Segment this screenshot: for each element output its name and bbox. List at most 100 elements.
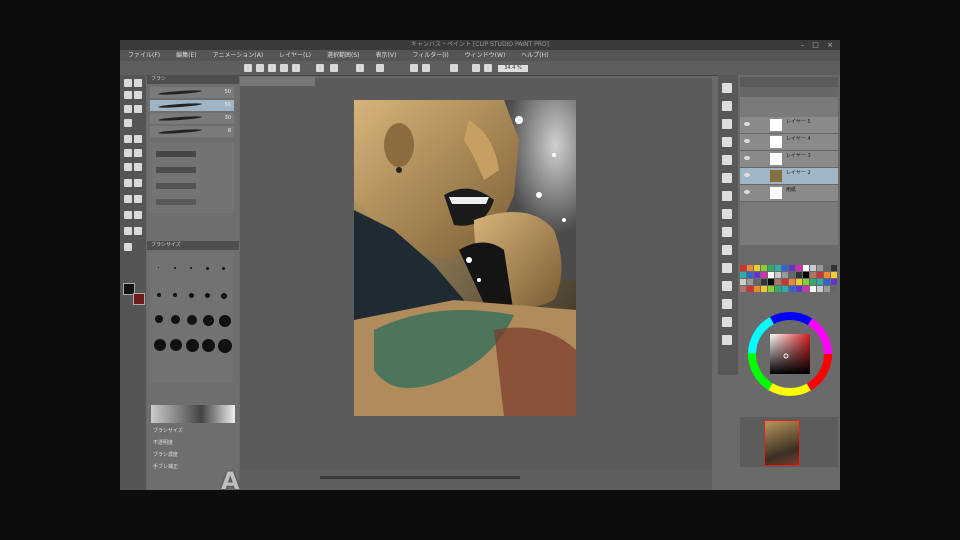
size-dot[interactable] — [222, 267, 225, 270]
layer-row[interactable]: レイヤー 3 — [740, 151, 838, 168]
size-dot[interactable] — [187, 315, 197, 325]
size-dot[interactable] — [170, 339, 182, 351]
auto-select-tool-icon[interactable] — [134, 105, 142, 113]
menu-item[interactable]: アニメーション(A) — [205, 50, 272, 61]
size-dot[interactable] — [205, 293, 210, 298]
move-tool-icon[interactable] — [134, 79, 142, 87]
menu-item[interactable]: ウィンドウ(W) — [457, 50, 514, 61]
zoom-in-button[interactable] — [484, 64, 492, 72]
color-swatch[interactable] — [747, 272, 753, 278]
color-swatch[interactable] — [810, 272, 816, 278]
color-swatch[interactable] — [740, 272, 746, 278]
airbrush-tool-icon[interactable] — [134, 149, 142, 157]
color-swatch[interactable] — [789, 272, 795, 278]
size-dot[interactable] — [218, 339, 232, 353]
color-swatch[interactable] — [789, 265, 795, 271]
rotate-right-button[interactable] — [422, 64, 430, 72]
color-swatch[interactable] — [768, 286, 774, 292]
color-swatch[interactable] — [740, 286, 746, 292]
color-swatch[interactable] — [803, 272, 809, 278]
approx-color-icon[interactable] — [722, 317, 732, 327]
search-layer-icon[interactable] — [722, 173, 732, 183]
color-swatch[interactable] — [768, 265, 774, 271]
size-dot[interactable] — [154, 339, 166, 351]
color-wheel[interactable] — [740, 300, 838, 410]
new-file-button[interactable] — [244, 64, 252, 72]
color-swatch[interactable] — [803, 265, 809, 271]
undo-button[interactable] — [280, 64, 288, 72]
color-swatch[interactable] — [789, 279, 795, 285]
size-dot[interactable] — [219, 315, 231, 327]
color-swatch[interactable] — [817, 279, 823, 285]
menu-item[interactable]: 表示(V) — [368, 50, 405, 61]
menu-item[interactable]: 編集(E) — [168, 50, 204, 61]
color-swatch[interactable] — [831, 279, 837, 285]
blend-mode-row[interactable] — [740, 87, 838, 97]
history-icon[interactable] — [722, 191, 732, 201]
color-swatch[interactable] — [803, 286, 809, 292]
color-swatch[interactable] — [796, 279, 802, 285]
correct-line-tool-icon[interactable] — [124, 243, 132, 251]
artwork-canvas[interactable] — [354, 100, 576, 416]
redo-button[interactable] — [292, 64, 300, 72]
color-swatch[interactable] — [747, 286, 753, 292]
color-swatch[interactable] — [782, 272, 788, 278]
color-swatch[interactable] — [810, 286, 816, 292]
color-swatch[interactable] — [761, 265, 767, 271]
layer-row[interactable]: レイヤー 4 — [740, 134, 838, 151]
color-swatch[interactable] — [761, 286, 767, 292]
color-slider-icon[interactable] — [722, 281, 732, 291]
size-dot[interactable] — [174, 267, 176, 269]
zoom-tool-icon[interactable] — [124, 79, 132, 87]
pencil-tool-icon[interactable] — [134, 135, 142, 143]
color-swatch[interactable] — [747, 279, 753, 285]
color-swatch[interactable] — [782, 265, 788, 271]
color-swatch[interactable] — [754, 272, 760, 278]
flip-button[interactable] — [450, 64, 458, 72]
transform-button[interactable] — [356, 64, 364, 72]
color-swatch[interactable] — [747, 265, 753, 271]
color-swatch[interactable] — [810, 265, 816, 271]
auto-action-icon[interactable] — [722, 227, 732, 237]
ruler-tool-icon[interactable] — [134, 211, 142, 219]
color-history-icon[interactable] — [722, 335, 732, 345]
color-swatch[interactable] — [817, 286, 823, 292]
blend-tool-icon[interactable] — [124, 179, 132, 187]
size-dot[interactable] — [173, 293, 177, 297]
color-swatch[interactable] — [817, 265, 823, 271]
zoom-out-button[interactable] — [472, 64, 480, 72]
brush-item[interactable]: 50 — [150, 87, 234, 98]
fill-tool-icon[interactable] — [134, 179, 142, 187]
eyedropper-tool-icon[interactable] — [124, 119, 132, 127]
eye-icon[interactable] — [744, 156, 750, 160]
color-swatch[interactable] — [796, 265, 802, 271]
color-swatch[interactable] — [782, 279, 788, 285]
decoration-tool-icon[interactable] — [124, 163, 132, 171]
size-dot[interactable] — [206, 267, 209, 270]
operation-tool-icon[interactable] — [124, 91, 132, 99]
size-dot[interactable] — [189, 293, 194, 298]
brush-item[interactable]: 30 — [150, 113, 234, 124]
size-dot[interactable] — [221, 293, 227, 299]
eraser-tool-icon[interactable] — [134, 163, 142, 171]
navigator-icon[interactable] — [722, 83, 732, 93]
info-icon[interactable] — [722, 119, 732, 129]
brush-tool-icon[interactable] — [124, 149, 132, 157]
canvas-tab[interactable] — [240, 77, 315, 86]
clear-button[interactable] — [316, 64, 324, 72]
color-swatch[interactable] — [796, 272, 802, 278]
color-swatch[interactable] — [824, 279, 830, 285]
color-swatch[interactable] — [817, 272, 823, 278]
sub-view-icon[interactable] — [722, 101, 732, 111]
color-swatch[interactable] — [824, 265, 830, 271]
color-swatch[interactable] — [810, 279, 816, 285]
open-file-button[interactable] — [256, 64, 264, 72]
size-dot[interactable] — [157, 293, 161, 297]
eye-icon[interactable] — [744, 190, 750, 194]
size-dot[interactable] — [203, 315, 214, 326]
texture-brush-list[interactable] — [150, 143, 234, 213]
layer-row-active[interactable]: レイヤー 2 — [740, 168, 838, 185]
color-swatch[interactable] — [761, 279, 767, 285]
menu-item[interactable]: 選択範囲(S) — [319, 50, 368, 61]
size-dot[interactable] — [186, 339, 199, 352]
